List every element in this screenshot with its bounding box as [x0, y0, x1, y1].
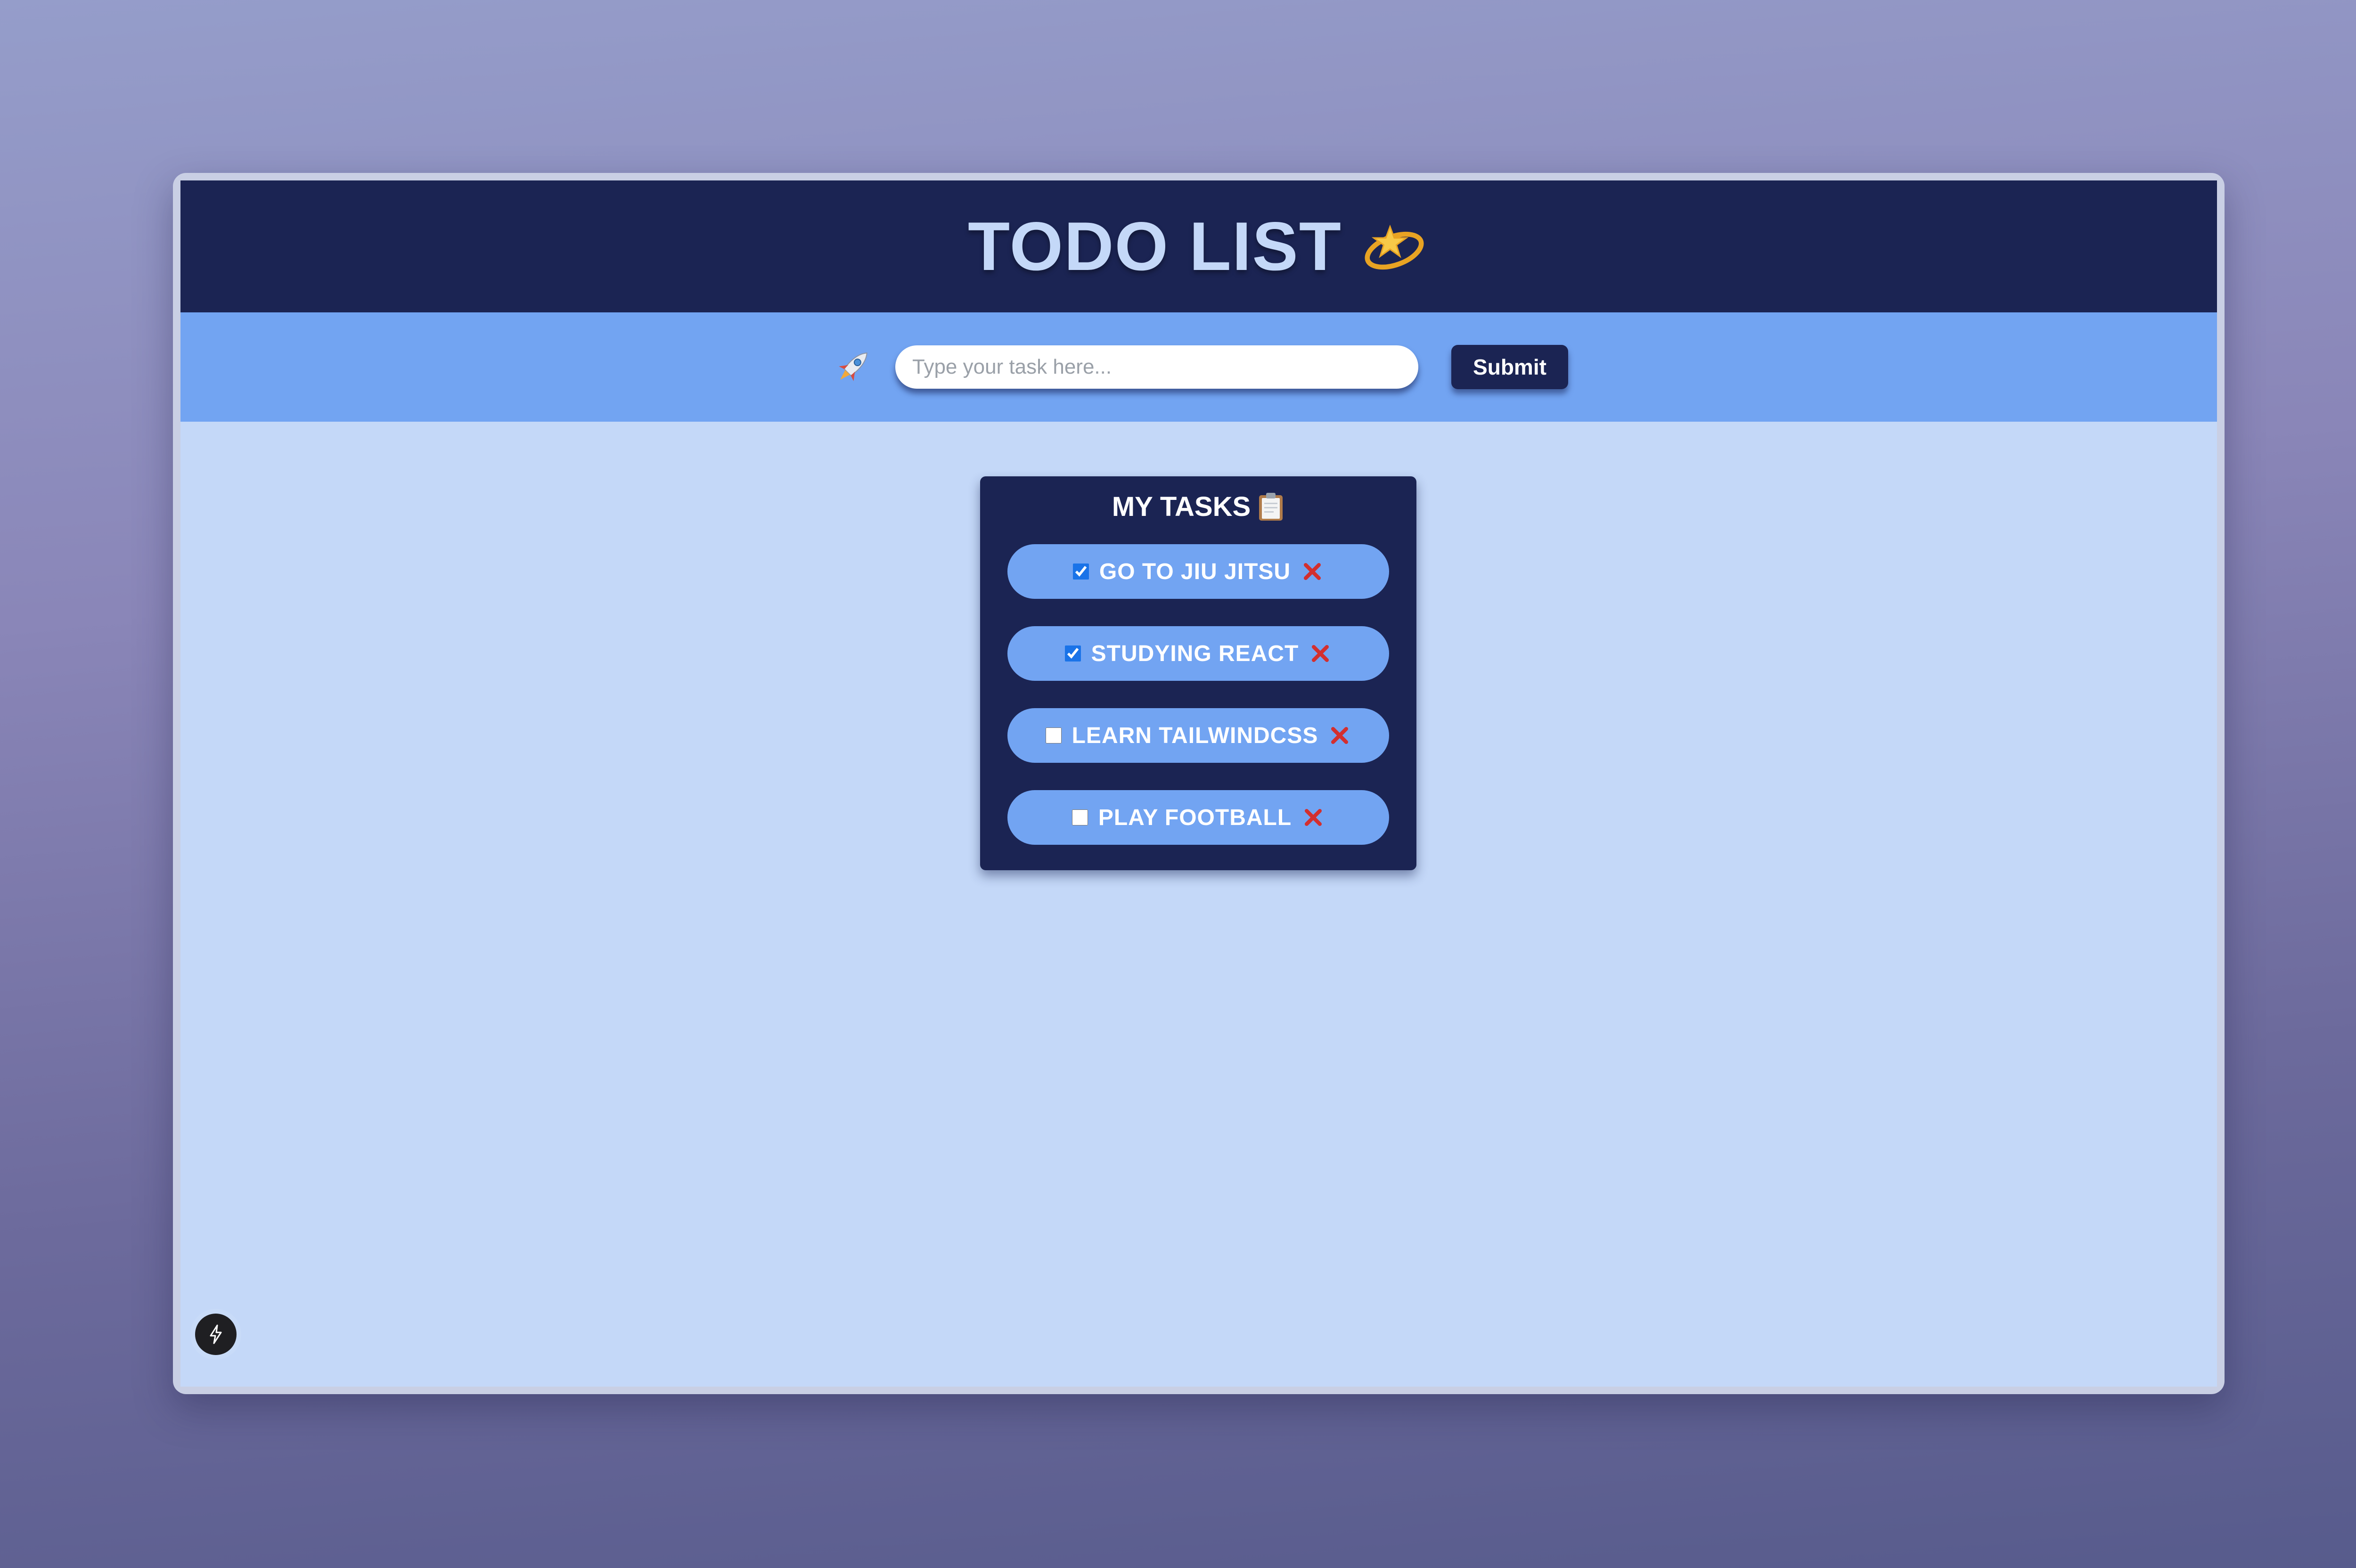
task-label: PLAY FOOTBALL — [1098, 805, 1292, 830]
task-label: LEARN TAILWINDCSS — [1072, 723, 1318, 748]
task-checkbox[interactable] — [1072, 564, 1089, 580]
task-checkbox[interactable] — [1045, 727, 1062, 743]
delete-icon[interactable] — [1309, 642, 1332, 665]
task-item: STUDYING REACT — [1007, 626, 1389, 681]
page-title: TODO LIST — [968, 207, 1430, 286]
browser-window: TODO LIST Submit — [173, 173, 2225, 1394]
task-label: STUDYING REACT — [1091, 641, 1299, 666]
app-header: TODO LIST — [180, 180, 2217, 312]
task-input[interactable] — [895, 345, 1418, 389]
task-item: PLAY FOOTBALL — [1007, 790, 1389, 845]
bolt-icon — [210, 1324, 222, 1344]
dizzy-icon — [1365, 224, 1424, 270]
dev-tools-badge[interactable] — [195, 1314, 237, 1355]
task-item: LEARN TAILWINDCSS — [1007, 708, 1389, 763]
delete-icon[interactable] — [1301, 560, 1324, 583]
submit-button[interactable]: Submit — [1451, 345, 1568, 389]
clipboard-icon — [1259, 493, 1283, 521]
delete-icon[interactable] — [1302, 806, 1325, 829]
todo-app: TODO LIST Submit — [180, 180, 2217, 1387]
task-input-bar: Submit — [180, 312, 2217, 422]
rocket-icon — [839, 352, 867, 381]
tasks-heading: MY TASKS — [980, 490, 1416, 523]
tasks-card: MY TASKS GO TO JIU JITSU STUDYING REACT … — [980, 476, 1416, 870]
task-checkbox[interactable] — [1072, 809, 1088, 825]
task-label: GO TO JIU JITSU — [1099, 559, 1291, 584]
task-checkbox[interactable] — [1064, 645, 1081, 662]
delete-icon[interactable] — [1328, 724, 1351, 747]
task-list: GO TO JIU JITSU STUDYING REACT LEARN TAI… — [980, 544, 1416, 845]
tasks-heading-text: MY TASKS — [1112, 491, 1251, 522]
page-title-text: TODO LIST — [968, 208, 1342, 285]
task-item: GO TO JIU JITSU — [1007, 544, 1389, 599]
